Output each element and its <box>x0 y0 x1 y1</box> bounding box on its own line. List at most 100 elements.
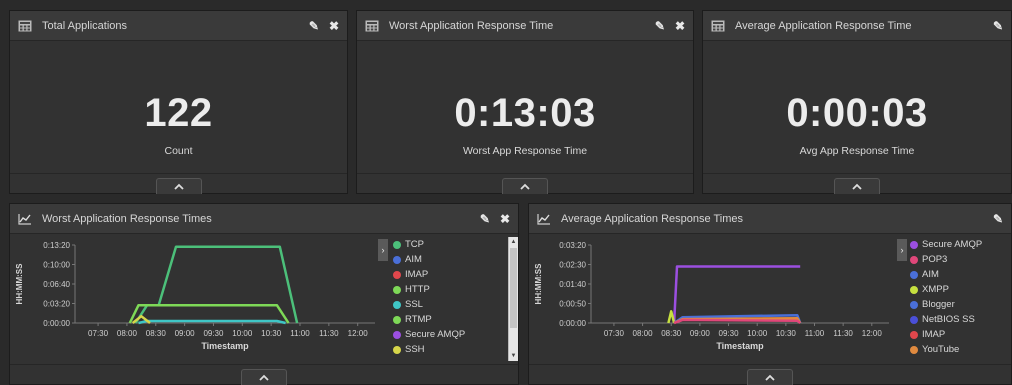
legend-item[interactable]: XMPP <box>910 282 982 297</box>
edit-pencil-icon[interactable]: ✎ <box>309 19 319 33</box>
chevron-up-icon <box>520 183 530 190</box>
legend-item[interactable]: IMAP <box>910 327 982 342</box>
legend-item[interactable]: IMAP <box>393 267 465 282</box>
collapse-toggle-button[interactable] <box>241 369 287 385</box>
y-tick-label: 0:01:40 <box>559 280 586 289</box>
legend-item[interactable]: AIM <box>910 267 982 282</box>
y-tick-label: 0:02:30 <box>559 261 586 270</box>
edit-pencil-icon[interactable]: ✎ <box>993 212 1003 226</box>
x-tick-label: 08:00 <box>117 329 138 338</box>
widget-header: Average Application Response Times ✎ <box>529 204 1011 234</box>
x-axis-title: Timestamp <box>201 341 249 351</box>
x-axis-title: Timestamp <box>716 341 764 351</box>
y-tick-label: 0:03:20 <box>43 300 70 309</box>
legend-item[interactable]: HTTP <box>393 282 465 297</box>
scroll-down-icon[interactable]: ▼ <box>509 351 518 361</box>
calculator-icon <box>365 20 379 32</box>
legend-label: Blogger <box>922 299 955 310</box>
y-tick-label: 0:00:00 <box>559 319 586 328</box>
x-tick-label: 11:00 <box>805 329 825 338</box>
close-icon[interactable]: ✖ <box>329 19 339 33</box>
chevron-up-icon <box>765 374 775 381</box>
legend-item[interactable]: POP3 <box>910 252 982 267</box>
legend-item[interactable]: AIM <box>393 252 465 267</box>
kpi-label: Avg App Response Time <box>799 145 915 157</box>
average-response-times-chart-widget: Average Application Response Times ✎ 0:0… <box>528 203 1012 385</box>
legend-label: Secure AMQP <box>922 239 983 250</box>
legend-color-dot-icon <box>393 345 401 354</box>
line-chart-icon <box>18 213 32 225</box>
legend-scrollbar[interactable]: ▲ ▼ <box>508 237 518 361</box>
x-tick-label: 11:00 <box>290 329 310 338</box>
legend-color-dot-icon <box>393 315 401 324</box>
widget-footer <box>357 173 693 194</box>
y-tick-label: 0:03:20 <box>559 241 586 250</box>
x-tick-label: 09:30 <box>719 329 740 338</box>
edit-pencil-icon[interactable]: ✎ <box>480 212 490 226</box>
line-chart-icon <box>537 213 551 225</box>
legend-item[interactable]: YouTube <box>910 342 982 357</box>
legend-label: IMAP <box>922 329 946 340</box>
y-axis-title: HH:MM:SS <box>534 263 543 305</box>
widget-footer <box>10 364 518 385</box>
close-icon[interactable]: ✖ <box>675 19 685 33</box>
y-tick-label: 0:10:00 <box>43 261 70 270</box>
series-line-xmpp <box>667 310 676 324</box>
legend-color-dot-icon <box>910 315 918 324</box>
collapse-toggle-button[interactable] <box>747 369 793 385</box>
legend-item[interactable]: Secure AMQP <box>910 237 982 252</box>
average-response-time-widget: Average Application Response Time ✎ 0:00… <box>702 10 1012 194</box>
close-icon[interactable]: ✖ <box>500 212 510 226</box>
widget-title: Worst Application Response Times <box>42 212 212 225</box>
legend-item[interactable]: SSH <box>393 342 465 357</box>
kpi-label: Count <box>164 145 193 157</box>
legend-item[interactable]: NetBIOS SS <box>910 312 982 327</box>
chevron-up-icon <box>852 183 862 190</box>
legend-label: TCP <box>405 239 424 250</box>
worst-response-time-widget: Worst Application Response Time ✎ ✖ 0:13… <box>356 10 694 194</box>
legend-label: AIM <box>922 269 939 280</box>
legend-color-dot-icon <box>393 285 401 294</box>
x-tick-label: 11:30 <box>319 329 339 338</box>
x-tick-label: 12:00 <box>862 329 883 338</box>
widget-title: Worst Application Response Time <box>389 19 554 32</box>
legend-expand-button[interactable]: › <box>897 239 907 261</box>
x-tick-label: 09:00 <box>175 329 196 338</box>
x-tick-label: 10:00 <box>747 329 768 338</box>
legend-item[interactable]: Secure AMQP <box>393 327 465 342</box>
widget-header: Total Applications ✎ ✖ <box>10 11 347 41</box>
x-tick-label: 10:00 <box>232 329 253 338</box>
x-tick-label: 07:30 <box>604 329 625 338</box>
scroll-up-icon[interactable]: ▲ <box>509 237 518 247</box>
edit-pencil-icon[interactable]: ✎ <box>655 19 665 33</box>
legend-label: POP3 <box>922 254 948 265</box>
edit-pencil-icon[interactable]: ✎ <box>993 19 1003 33</box>
legend-color-dot-icon <box>393 255 401 264</box>
x-tick-label: 10:30 <box>261 329 282 338</box>
widget-header: Worst Application Response Times ✎ ✖ <box>10 204 518 234</box>
y-tick-label: 0:13:20 <box>43 241 70 250</box>
collapse-toggle-button[interactable] <box>834 178 880 194</box>
legend-label: IMAP <box>405 269 429 280</box>
legend-color-dot-icon <box>910 270 918 279</box>
widget-footer <box>529 364 1011 385</box>
widget-title: Total Applications <box>42 19 127 32</box>
legend-label: SSL <box>405 299 423 310</box>
collapse-toggle-button[interactable] <box>155 178 202 194</box>
legend-item[interactable]: Blogger <box>910 297 982 312</box>
x-tick-label: 12:00 <box>348 329 369 338</box>
kpi-value: 122 <box>144 91 213 135</box>
legend-item[interactable]: SSL <box>393 297 465 312</box>
x-tick-label: 07:30 <box>88 329 109 338</box>
x-tick-label: 08:00 <box>633 329 654 338</box>
chart-legend: TCP AIM IMAP HTTP SSL RTMP Secure AMQP SSH <box>393 237 465 357</box>
y-tick-label: 0:00:50 <box>559 300 586 309</box>
legend-expand-button[interactable]: › <box>378 239 388 261</box>
worst-response-line-chart: 0:00:00 0:03:20 0:06:40 0:10:00 0:13:20 07:30… <box>15 241 375 351</box>
y-axis-title: HH:MM:SS <box>15 263 24 305</box>
legend-item[interactable]: RTMP <box>393 312 465 327</box>
collapse-toggle-button[interactable] <box>502 178 548 194</box>
legend-color-dot-icon <box>393 240 401 249</box>
scrollbar-thumb[interactable] <box>510 248 517 328</box>
legend-item[interactable]: TCP <box>393 237 465 252</box>
